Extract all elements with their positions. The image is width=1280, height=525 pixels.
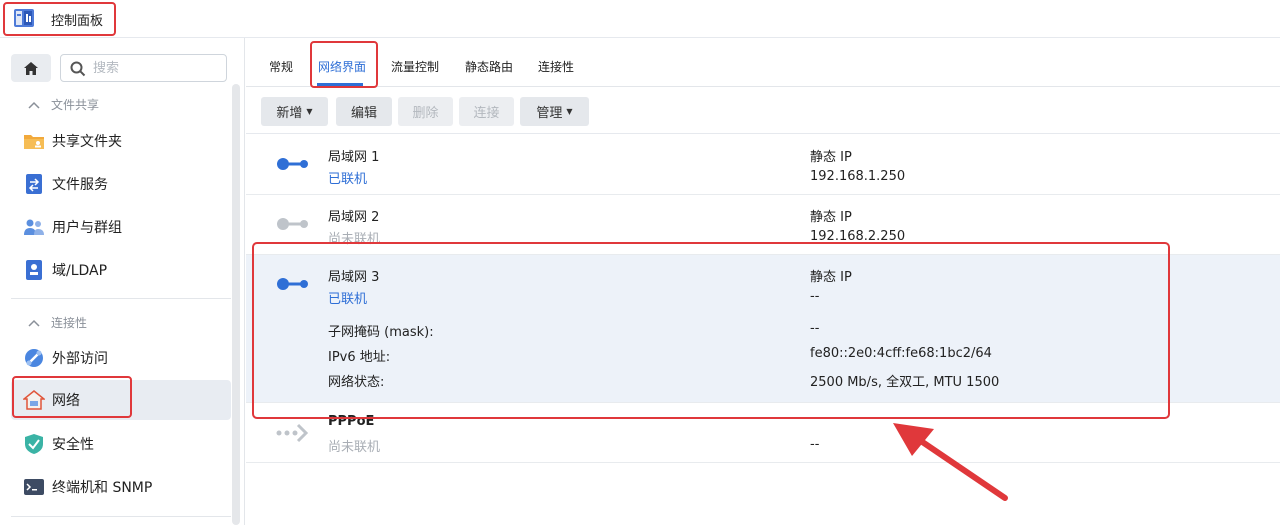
- caret-down-icon: ▼: [566, 107, 573, 116]
- chevron-up-icon: [28, 316, 42, 330]
- file-services-icon: [22, 172, 46, 196]
- lan-connected-icon: [276, 156, 310, 176]
- sidebar-item-label: 安全性: [52, 437, 94, 453]
- sidebar-item-label: 用户与群组: [52, 220, 122, 236]
- sidebar: 文件共享 共享文件夹 文件服务 用户与群组 域/LDAP 连接性: [0, 38, 245, 525]
- delete-button-label: 删除: [412, 106, 439, 121]
- interface-row-lan1[interactable]: 局域网 1 已联机 静态 IP 192.168.1.250: [246, 135, 1280, 195]
- ip-mode: 静态 IP: [810, 210, 852, 225]
- network-highlight-box: [12, 376, 132, 418]
- edit-button-label: 编辑: [350, 106, 377, 121]
- tab-general[interactable]: 常规: [269, 58, 293, 75]
- sidebar-item-terminal-snmp[interactable]: 终端机和 SNMP: [11, 467, 231, 507]
- home-icon: [24, 61, 38, 75]
- section-label: 连接性: [51, 316, 88, 330]
- interface-name: 局域网 1: [328, 150, 380, 165]
- connect-button[interactable]: 连接: [459, 97, 514, 126]
- sidebar-item-shared-folder[interactable]: 共享文件夹: [11, 121, 231, 161]
- delete-button[interactable]: 删除: [398, 97, 453, 126]
- ip-address: --: [810, 437, 820, 452]
- sidebar-item-security[interactable]: 安全性: [11, 424, 231, 464]
- tab-traffic-control[interactable]: 流量控制: [391, 58, 439, 75]
- search-icon: [70, 61, 86, 77]
- lan-disconnected-icon: [276, 216, 310, 236]
- sidebar-item-user-group[interactable]: 用户与群组: [11, 207, 231, 247]
- sidebar-item-file-services[interactable]: 文件服务: [11, 164, 231, 204]
- pppoe-icon: [276, 422, 310, 448]
- user-group-icon: [22, 215, 46, 239]
- sidebar-item-domain-ldap[interactable]: 域/LDAP: [11, 250, 231, 290]
- terminal-icon: [22, 475, 46, 499]
- search-box[interactable]: [60, 54, 227, 82]
- sidebar-scrollbar[interactable]: [232, 84, 240, 525]
- section-label: 文件共享: [51, 98, 100, 112]
- sidebar-item-label: 共享文件夹: [52, 134, 122, 150]
- add-button-label: 新增: [276, 106, 303, 121]
- search-input[interactable]: [93, 58, 218, 78]
- section-file-sharing[interactable]: 文件共享: [28, 96, 99, 113]
- sidebar-item-label: 终端机和 SNMP: [52, 480, 153, 496]
- tab-bar: 常规 网络界面 流量控制 静态路由 连接性: [246, 38, 1280, 88]
- external-access-icon: [22, 346, 46, 370]
- ip-mode: 静态 IP: [810, 150, 852, 165]
- edit-button[interactable]: 编辑: [336, 97, 392, 126]
- section-divider: [11, 298, 231, 299]
- chevron-up-icon: [28, 98, 42, 112]
- add-button[interactable]: 新增 ▼: [261, 97, 328, 126]
- shared-folder-icon: [22, 129, 46, 153]
- caret-down-icon: ▼: [306, 107, 313, 116]
- security-shield-icon: [22, 432, 46, 456]
- domain-ldap-icon: [22, 258, 46, 282]
- toolbar: 新增 ▼ 编辑 删除 连接 管理 ▼: [246, 88, 1280, 134]
- home-button[interactable]: [11, 54, 51, 82]
- connect-button-label: 连接: [473, 106, 500, 121]
- sidebar-item-label: 外部访问: [52, 351, 108, 367]
- tab-highlight-box: [310, 41, 378, 88]
- section-divider: [11, 516, 231, 517]
- interface-status: 尚未联机: [328, 440, 381, 455]
- sidebar-item-external-access[interactable]: 外部访问: [11, 338, 231, 378]
- control-panel-icon: [13, 6, 39, 30]
- ip-address: 192.168.1.250: [810, 169, 906, 184]
- manage-button-label: 管理: [536, 106, 563, 121]
- sidebar-item-label: 文件服务: [52, 177, 108, 193]
- lan3-highlight-box: [252, 242, 1170, 419]
- sidebar-item-label: 域/LDAP: [52, 263, 108, 279]
- title-bar: 控制面板: [0, 0, 1280, 38]
- manage-button[interactable]: 管理 ▼: [520, 97, 589, 126]
- section-connectivity[interactable]: 连接性: [28, 314, 87, 331]
- interface-status: 已联机: [328, 172, 368, 187]
- window-title: 控制面板: [51, 14, 104, 29]
- tab-connectivity[interactable]: 连接性: [538, 58, 574, 75]
- tab-static-route[interactable]: 静态路由: [465, 58, 513, 75]
- interface-name: 局域网 2: [328, 210, 380, 225]
